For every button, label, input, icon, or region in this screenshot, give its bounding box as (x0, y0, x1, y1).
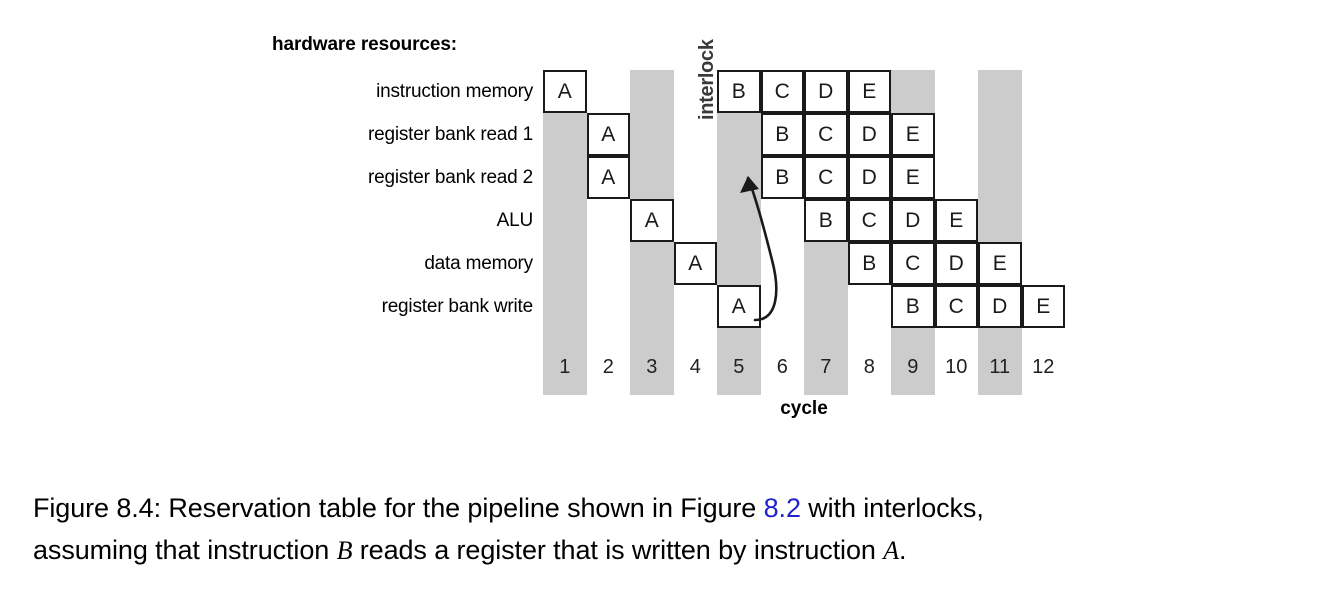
cycle-stripe-1 (543, 70, 587, 395)
caption-line2-text3: . (899, 535, 907, 565)
row-label-alu: ALU (496, 210, 534, 231)
caption-instruction-a: A (883, 536, 899, 565)
cycle-number: 7 (820, 356, 832, 378)
row-label-column: instruction memory register bank read 1 re… (250, 70, 533, 328)
grid-cell: A (630, 199, 674, 242)
cycle-number: 10 (945, 356, 968, 378)
cycle-number: 9 (907, 356, 919, 378)
grid-cell: E (1021, 285, 1065, 328)
row-label-register-bank-read-1: register bank read 1 (368, 124, 533, 145)
caption-figure-xref-link[interactable]: 8.2 (764, 493, 801, 523)
grid-cell: D (934, 242, 978, 285)
caption-line2-text2: reads a register that is written by inst… (352, 535, 884, 565)
grid-cell: B (847, 242, 891, 285)
cycle-number: 4 (689, 356, 701, 378)
grid-cell: A (586, 156, 630, 199)
grid-cell: B (804, 199, 848, 242)
cycle-stripe-11 (978, 70, 1022, 395)
grid-cell: E (847, 70, 891, 113)
grid-cell: D (847, 113, 891, 156)
grid-cell: E (891, 156, 935, 199)
cycle-axis-label: cycle (780, 398, 828, 419)
cycle-number: 2 (602, 356, 614, 378)
row-label-data-memory: data memory (424, 253, 533, 274)
row-label-instruction-memory: instruction memory (376, 81, 533, 102)
grid-cell: D (804, 70, 848, 113)
grid-cell: B (891, 285, 935, 328)
caption-line1-text2: with interlocks, (800, 493, 984, 523)
reservation-table-figure: hardware resources: instruction memory re… (0, 0, 1344, 450)
interlock-label: interlock (696, 39, 718, 120)
hardware-resources-title: hardware resources: (272, 34, 458, 55)
figure-caption: Figure 8.4: Reservation table for the pi… (33, 487, 1313, 572)
grid-cell: D (847, 156, 891, 199)
grid-cell: A (543, 70, 587, 113)
row-label-register-bank-read-2: register bank read 2 (368, 167, 533, 188)
grid-cell: D (978, 285, 1022, 328)
caption-line1-text1: Figure 8.4: Reservation table for the pi… (33, 493, 764, 523)
grid-cell: C (804, 156, 848, 199)
grid-cell: C (847, 199, 891, 242)
grid-cell: C (891, 242, 935, 285)
cycle-number: 12 (1032, 356, 1055, 378)
grid-cell: E (891, 113, 935, 156)
caption-instruction-b: B (336, 536, 353, 565)
cycle-number: 11 (989, 356, 1011, 378)
cycle-number: 6 (776, 356, 788, 378)
cycle-number: 8 (863, 356, 875, 378)
grid-cell: E (978, 242, 1022, 285)
cycle-number: 5 (733, 356, 745, 378)
interlock-arrow (740, 176, 778, 322)
caption-line2-text1: assuming that instruction (33, 535, 337, 565)
row-label-register-bank-write: register bank write (381, 296, 534, 317)
grid-cell: C (804, 113, 848, 156)
grid-cell: C (760, 70, 804, 113)
cycle-number: 1 (559, 356, 571, 378)
grid-cell: A (586, 113, 630, 156)
grid-cell: C (934, 285, 978, 328)
grid-cell: D (891, 199, 935, 242)
grid-cell: E (934, 199, 978, 242)
grid-cell: B (717, 70, 761, 113)
cycle-number: 3 (646, 356, 658, 378)
